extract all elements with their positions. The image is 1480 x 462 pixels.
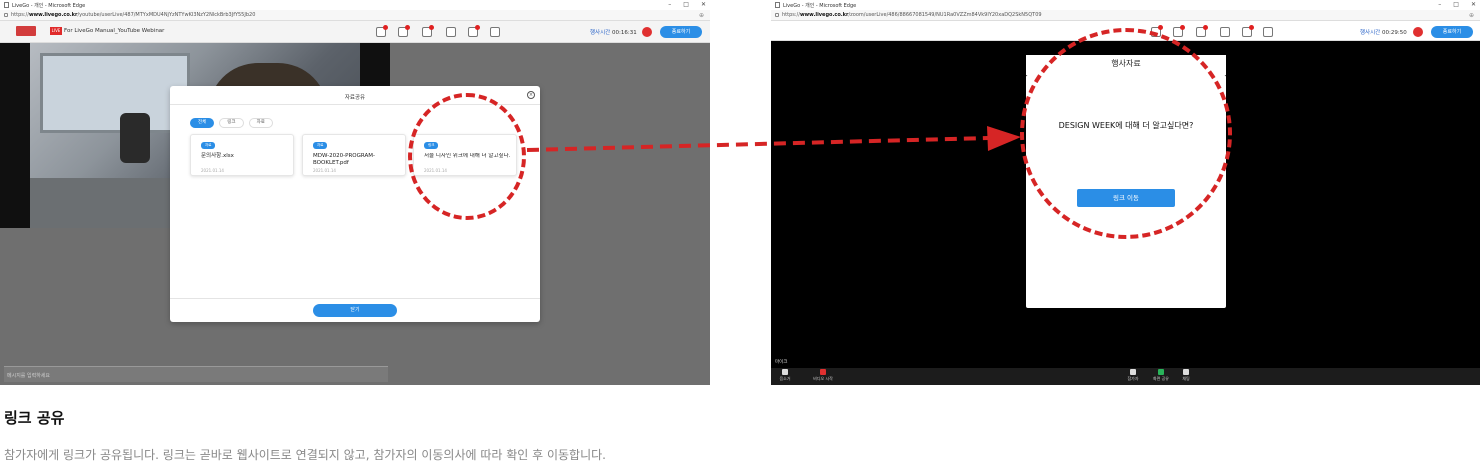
mute-button[interactable]: 음소거 <box>771 369 799 384</box>
lock-icon <box>4 13 8 17</box>
left-browser-window: LiveGo - 개인 - Microsoft Edge – □ ✕ https… <box>0 0 710 385</box>
maximize-icon[interactable]: □ <box>683 1 689 8</box>
close-window-icon[interactable]: ✕ <box>1471 1 1476 8</box>
meeting-controls-bar: 음소거 비디오 시작 참가자 화면 공유 채팅 <box>771 368 1480 385</box>
modal-question: DESIGN WEEK에 대해 더 알고싶다면? <box>1058 121 1194 130</box>
page: LiveGo - 개인 - Microsoft Edge – □ ✕ https… <box>0 0 1480 462</box>
right-address-bar[interactable]: https://www.livego.co.kr/zoom/userLive/4… <box>771 10 1480 21</box>
card-name: MDW-2020-PROGRAM-BOOKLET.pdf <box>313 153 375 166</box>
check-tool-icon[interactable] <box>1173 25 1185 37</box>
participants-button[interactable]: 참가자 <box>1119 369 1147 384</box>
live-badge: LIVE <box>50 27 62 35</box>
session-timer: 행사시간 00:29:50 <box>1360 30 1407 36</box>
zoom-icon[interactable]: ⊕ <box>1469 12 1474 19</box>
qa-tool-icon[interactable] <box>446 27 456 37</box>
minimize-icon[interactable]: – <box>668 1 671 8</box>
close-window-icon[interactable]: ✕ <box>701 1 706 8</box>
share-tool-icon[interactable] <box>1263 27 1273 37</box>
record-icon[interactable] <box>642 27 652 37</box>
screen-tool-icon[interactable] <box>1196 25 1208 37</box>
chat-icon <box>1183 369 1189 375</box>
notice-tool-icon[interactable] <box>376 25 388 37</box>
file-card[interactable]: 자료 MDW-2020-PROGRAM-BOOKLET.pdf 2021.01.… <box>302 134 406 176</box>
left-app-header: LIVE For LiveGo Manual_YouTube Webinar 행… <box>0 21 710 43</box>
people-icon <box>1130 369 1136 375</box>
left-window-title: LiveGo - 개인 - Microsoft Edge <box>12 2 86 9</box>
modal-title: 행사자료 <box>1111 59 1141 68</box>
left-title-bar: LiveGo - 개인 - Microsoft Edge – □ ✕ <box>0 0 710 10</box>
qa-tool-icon[interactable] <box>1220 27 1230 37</box>
filter-all[interactable]: 전체 <box>190 118 215 128</box>
right-window-title: LiveGo - 개인 - Microsoft Edge <box>783 2 857 9</box>
file-card[interactable]: 자료 문의사항.xlsx 2021.01.14 <box>190 134 294 176</box>
card-tag: 자료 <box>313 142 328 149</box>
record-icon[interactable] <box>1413 27 1423 37</box>
end-session-button[interactable]: 종료하기 <box>1431 26 1473 38</box>
check-tool-icon[interactable] <box>398 25 410 37</box>
livego-logo <box>16 26 36 36</box>
highlight-circle-left <box>408 93 526 220</box>
filter-link[interactable]: 링크 <box>219 118 244 128</box>
left-address-bar[interactable]: https://www.livego.co.kr/youtube/userLiv… <box>0 10 710 21</box>
minimize-icon[interactable]: – <box>1438 1 1441 8</box>
caption-title: 링크 공유 <box>4 409 65 427</box>
right-browser-window: LiveGo - 개인 - Microsoft Edge – □ ✕ https… <box>771 0 1480 385</box>
chat-input[interactable]: 메시지를 입력하세요 <box>4 366 388 382</box>
end-session-button[interactable]: 종료하기 <box>660 26 702 38</box>
share-screen-icon <box>1158 369 1164 375</box>
lock-icon <box>775 13 779 17</box>
presenter-label: 마이크 <box>775 360 788 365</box>
right-url[interactable]: https://www.livego.co.kr/zoom/userLive/4… <box>782 12 1042 18</box>
right-title-bar: LiveGo - 개인 - Microsoft Edge – □ ✕ <box>771 0 1480 10</box>
window-controls: – □ ✕ <box>668 1 706 8</box>
page-icon <box>775 2 780 8</box>
close-modal-button[interactable]: 닫기 <box>313 304 397 317</box>
filter-tabs: 전체 링크 자료 <box>190 118 273 128</box>
divider <box>170 298 540 299</box>
page-icon <box>4 2 9 8</box>
session-timer: 행사시간 00:16:31 <box>590 30 637 36</box>
start-video-button[interactable]: 비디오 시작 <box>809 369 837 384</box>
maximize-icon[interactable]: □ <box>1453 1 1459 8</box>
zoom-icon[interactable]: ⊕ <box>699 12 704 19</box>
screen-tool-icon[interactable] <box>422 25 434 37</box>
left-url[interactable]: https://www.livego.co.kr/youtube/userLiv… <box>11 12 255 18</box>
window-controls: – □ ✕ <box>1438 1 1476 8</box>
filter-file[interactable]: 자료 <box>248 118 273 128</box>
card-date: 2021.01.14 <box>313 168 336 173</box>
share-tool-icon[interactable] <box>490 27 500 37</box>
share-screen-button[interactable]: 화면 공유 <box>1147 369 1175 384</box>
card-name: 문의사항.xlsx <box>201 153 234 159</box>
card-date: 2021.01.14 <box>201 168 224 173</box>
chat-button[interactable]: 채팅 <box>1172 369 1200 384</box>
file-tool-icon[interactable] <box>1242 25 1254 37</box>
link-move-button[interactable]: 링크 이동 <box>1077 189 1175 207</box>
camera-icon <box>820 369 826 375</box>
caption-description: 참가자에게 링크가 공유됩니다. 링크는 곧바로 웹사이트로 연결되지 않고, … <box>4 448 606 462</box>
card-tag: 자료 <box>201 142 216 149</box>
microphone-icon <box>782 369 788 375</box>
annotation-arrow <box>526 126 1021 152</box>
close-icon[interactable]: × <box>527 91 535 99</box>
file-tool-icon[interactable] <box>468 25 480 37</box>
session-title: For LiveGo Manual_YouTube Webinar <box>64 28 165 34</box>
